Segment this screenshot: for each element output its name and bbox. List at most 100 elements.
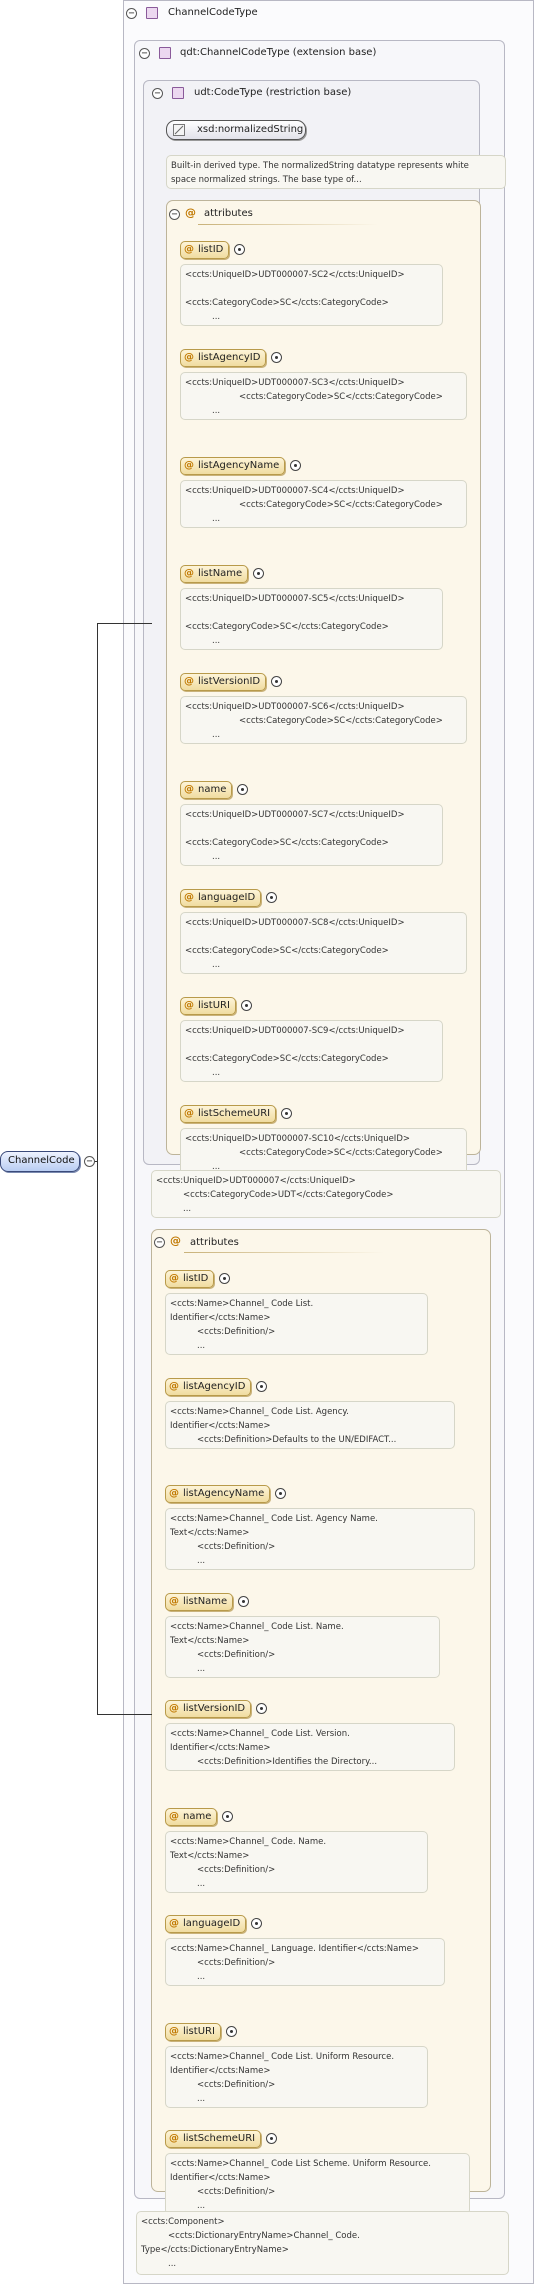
attribute-pill[interactable]: @ listAgencyName (165, 1485, 271, 1503)
attribute-pill[interactable]: @ name (180, 781, 233, 799)
attribute-doc: <ccts:UniqueID>UDT000007-SC4</ccts:Uniqu… (180, 480, 467, 528)
attribute-pill[interactable]: @ listURI (165, 2022, 221, 2041)
attribute-name: listVersionID (198, 676, 261, 687)
attribute-name: listURI (183, 2025, 215, 2037)
attribute-doc: <ccts:UniqueID>UDT000007-SC6</ccts:Uniqu… (180, 696, 467, 744)
complex-type-icon (146, 7, 158, 19)
attribute-icon: @ (184, 784, 194, 795)
element-name: ChannelCode (8, 1155, 75, 1166)
attributes-underline (198, 224, 378, 225)
expand-icon[interactable] (234, 244, 245, 255)
qdt-title: qdt:ChannelCodeType (extension base) (180, 47, 377, 58)
qdt-attributes-label: attributes (190, 1237, 239, 1248)
connector-line (97, 623, 152, 624)
attribute-doc: <ccts:UniqueID>UDT000007-SC8</ccts:Uniqu… (180, 912, 467, 974)
attribute-icon: @ (169, 2133, 179, 2144)
attribute-doc: <ccts:Name>Channel_ Code List. Agency Na… (165, 1508, 475, 1570)
expand-icon[interactable] (226, 2025, 237, 2037)
attribute-pill[interactable]: @ listID (180, 241, 230, 259)
attribute-name: listAgencyName (183, 1488, 265, 1499)
expand-icon[interactable] (222, 1810, 233, 1822)
attribute-icon: @ (169, 1918, 179, 1929)
udt-title: udt:CodeType (restriction base) (194, 87, 352, 98)
simple-type-icon (173, 124, 185, 136)
attribute-doc: <ccts:Name>Channel_ Code List. Identifie… (165, 1293, 428, 1355)
attribute-icon: @ (169, 1273, 179, 1284)
attribute-doc: <ccts:UniqueID>UDT000007-SC9</ccts:Uniqu… (180, 1020, 443, 1082)
attribute-name: listName (198, 568, 243, 579)
attribute-icon: @ (184, 460, 194, 471)
expand-icon[interactable] (237, 784, 248, 795)
attribute-name: name (198, 784, 227, 795)
collapse-toggle[interactable]: − (169, 209, 180, 220)
xsd-type-label: xsd:normalizedString (197, 124, 304, 135)
attribute-doc: <ccts:UniqueID>UDT000007-SC2</ccts:Uniqu… (180, 264, 443, 326)
udt-doc: <ccts:UniqueID>UDT000007</ccts:UniqueID>… (151, 1170, 501, 1218)
attribute-doc: <ccts:Name>Channel_ Code List. Name. Tex… (165, 1615, 440, 1678)
expand-icon[interactable] (266, 2133, 277, 2144)
attribute-name: languageID (198, 892, 256, 903)
expand-icon[interactable] (251, 1918, 262, 1929)
expand-icon[interactable] (253, 568, 264, 579)
collapse-toggle[interactable]: − (84, 1156, 95, 1167)
attribute-pill[interactable]: @ name (165, 1807, 218, 1826)
expand-icon[interactable] (241, 1000, 252, 1011)
attribute-icon: @ (169, 1810, 179, 1822)
attribute-icon: @ (169, 1380, 179, 1392)
attribute-name: listName (183, 1595, 228, 1607)
attribute-pill[interactable]: @ languageID (165, 1915, 247, 1933)
expand-icon[interactable] (256, 1703, 267, 1714)
expand-icon[interactable] (281, 1108, 292, 1119)
expand-icon[interactable] (256, 1380, 267, 1392)
attribute-name: listAgencyID (198, 352, 261, 363)
expand-icon[interactable] (275, 1488, 286, 1499)
expand-icon[interactable] (219, 1273, 230, 1284)
attribute-name: listVersionID (183, 1703, 246, 1714)
expand-icon[interactable] (238, 1595, 249, 1607)
collapse-toggle[interactable]: − (139, 48, 150, 59)
attribute-icon: @ (169, 1488, 179, 1499)
attributes-underline (184, 1252, 384, 1253)
attribute-pill[interactable]: @ listName (180, 565, 249, 583)
root-doc: <ccts:Component> <ccts:DictionaryEntryNa… (136, 2211, 509, 2275)
attribute-pill[interactable]: @ listAgencyID (180, 349, 267, 367)
attribute-pill[interactable]: @ listAgencyID (165, 1377, 252, 1396)
attribute-pill[interactable]: @ listAgencyName (180, 457, 286, 475)
attribute-pill[interactable]: @ listID (165, 1270, 215, 1288)
expand-icon[interactable] (290, 460, 301, 471)
attribute-pill[interactable]: @ languageID (180, 889, 262, 907)
attribute-icon: @ (169, 2025, 179, 2037)
attribute-icon: @ (184, 676, 194, 687)
attribute-pill[interactable]: @ listVersionID (165, 1700, 252, 1718)
attribute-name: listURI (198, 1000, 230, 1011)
attribute-pill[interactable]: @ listVersionID (180, 673, 267, 691)
complex-type-icon (172, 87, 184, 99)
attribute-doc: <ccts:UniqueID>UDT000007-SC10</ccts:Uniq… (180, 1128, 467, 1176)
expand-icon[interactable] (271, 352, 282, 363)
attribute-pill[interactable]: @ listURI (180, 997, 236, 1015)
attribute-icon: @ (169, 1595, 179, 1607)
attribute-name: name (183, 1810, 212, 1822)
attribute-icon: @ (184, 892, 194, 903)
attribute-icon: @ (184, 244, 194, 255)
attribute-name: listID (183, 1273, 209, 1284)
attribute-name: listAgencyName (198, 460, 280, 471)
attribute-doc: <ccts:Name>Channel_ Code List. Uniform R… (165, 2045, 428, 2108)
root-type-title: ChannelCodeType (168, 7, 258, 18)
collapse-toggle[interactable]: − (154, 1237, 165, 1248)
attribute-icon: @ (184, 352, 194, 363)
expand-icon[interactable] (271, 676, 282, 687)
collapse-toggle[interactable]: − (126, 8, 137, 19)
attribute-pill[interactable]: @ listName (165, 1592, 234, 1611)
expand-icon[interactable] (266, 892, 277, 903)
attribute-name: languageID (183, 1918, 241, 1929)
attribute-pill[interactable]: @ listSchemeURI (180, 1105, 277, 1123)
attribute-icon: @ (169, 1703, 179, 1714)
attribute-name: listSchemeURI (183, 2133, 256, 2144)
attribute-doc: <ccts:Name>Channel_ Code List Scheme. Un… (165, 2153, 470, 2215)
attribute-pill[interactable]: @ listSchemeURI (165, 2130, 262, 2148)
attribute-name: listSchemeURI (198, 1108, 271, 1119)
collapse-toggle[interactable]: − (152, 88, 163, 99)
attribute-icon: @ (170, 1234, 181, 1247)
attribute-doc: <ccts:Name>Channel_ Code List. Version. … (165, 1723, 455, 1771)
